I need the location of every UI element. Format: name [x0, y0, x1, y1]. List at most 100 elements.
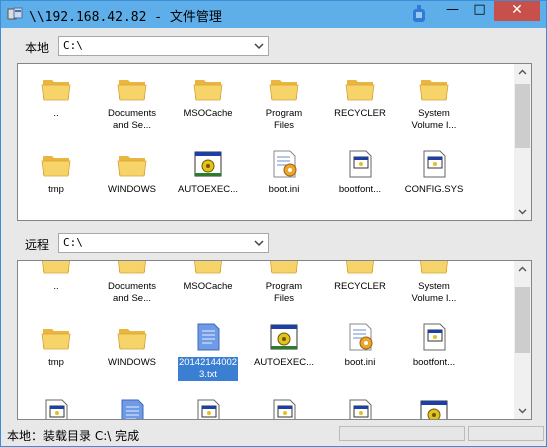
- bat-file-icon: [192, 148, 224, 180]
- title-bar[interactable]: \\192.168.42.82 - 文件管理 — □ ✕: [1, 1, 546, 28]
- bottle-logo-icon: [413, 5, 425, 22]
- file-item[interactable]: RECYCLER: [322, 261, 398, 293]
- scroll-up-icon[interactable]: [514, 64, 531, 81]
- file-item[interactable]: bootfont...: [322, 148, 398, 196]
- progress-bar: [339, 426, 465, 441]
- remote-scrollbar[interactable]: [514, 261, 531, 419]
- ini-file-icon: [268, 148, 300, 180]
- local-path-combo[interactable]: C:\: [58, 36, 269, 56]
- file-item-label: AUTOEXEC...: [253, 357, 314, 368]
- system-file-icon: [268, 397, 300, 419]
- chevron-down-icon[interactable]: [252, 235, 266, 251]
- remote-scroll-thumb[interactable]: [515, 287, 530, 353]
- file-item[interactable]: System Volume I...: [396, 72, 472, 132]
- file-item-label: Program Files: [265, 281, 303, 304]
- local-scrollbar[interactable]: [514, 64, 531, 220]
- file-item-label: bootfont...: [338, 184, 382, 195]
- folder-icon: [40, 72, 72, 104]
- file-item[interactable]: boot.ini: [246, 148, 322, 196]
- file-item-label: WINDOWS: [107, 184, 157, 195]
- file-item[interactable]: bootfont...: [396, 321, 472, 369]
- folder-icon: [40, 321, 72, 353]
- file-item[interactable]: CONFIG.SYS: [396, 148, 472, 196]
- file-item-label: AUTOEXEC...: [177, 184, 238, 195]
- system-file-icon: [418, 321, 450, 353]
- folder-icon: [116, 321, 148, 353]
- file-item[interactable]: tmp: [18, 148, 94, 196]
- file-item[interactable]: AUTOEXEC...: [170, 148, 246, 196]
- text-file-icon: [116, 397, 148, 419]
- file-item[interactable]: System Volume I...: [396, 261, 472, 305]
- folder-icon: [116, 72, 148, 104]
- file-item-label: ..: [53, 108, 59, 119]
- folder-icon: [268, 261, 300, 277]
- file-item-label: System Volume I...: [411, 108, 457, 131]
- file-manager-window: \\192.168.42.82 - 文件管理 — □ ✕ 本地 C:\ .. Do…: [0, 0, 547, 447]
- file-item[interactable]: WINDOWS: [94, 148, 170, 196]
- file-item-partial[interactable]: [246, 397, 322, 419]
- folder-icon: [116, 261, 148, 277]
- folder-icon: [418, 72, 450, 104]
- folder-icon: [418, 261, 450, 277]
- file-item[interactable]: boot.ini: [322, 321, 398, 369]
- file-item-label: bootfont...: [412, 357, 456, 368]
- window-title: \\192.168.42.82 - 文件管理: [29, 10, 222, 25]
- local-file-grid: .. Documents and Se... MSOCache Program Fil…: [18, 64, 515, 220]
- local-file-panel[interactable]: .. Documents and Se... MSOCache Program Fil…: [17, 63, 532, 221]
- minimize-button[interactable]: —: [439, 1, 466, 21]
- file-item-label: Documents and Se...: [107, 108, 157, 131]
- file-item[interactable]: Documents and Se...: [94, 72, 170, 132]
- remote-path-combo[interactable]: C:\: [58, 233, 269, 253]
- file-item[interactable]: Documents and Se...: [94, 261, 170, 305]
- file-item[interactable]: tmp: [18, 321, 94, 369]
- ini-file-icon: [344, 321, 376, 353]
- system-file-icon: [344, 397, 376, 419]
- file-item[interactable]: MSOCache: [170, 72, 246, 120]
- file-item[interactable]: AUTOEXEC...: [246, 321, 322, 369]
- system-file-icon: [192, 397, 224, 419]
- file-item-partial[interactable]: [396, 397, 472, 419]
- status-bar: 本地：装载目录 C:\ 完成: [1, 423, 546, 446]
- file-item-label: tmp: [48, 184, 64, 195]
- scroll-down-icon[interactable]: [514, 402, 531, 419]
- file-item[interactable]: ..: [18, 261, 94, 293]
- folder-icon: [40, 148, 72, 180]
- file-item-partial[interactable]: [322, 397, 398, 419]
- folder-icon: [192, 261, 224, 277]
- remote-file-panel[interactable]: .. Documents and Se... MSOCache Program Fil…: [17, 260, 532, 420]
- scroll-up-icon[interactable]: [514, 261, 531, 278]
- chevron-down-icon[interactable]: [252, 38, 266, 54]
- file-item-partial[interactable]: [170, 397, 246, 419]
- system-file-icon: [40, 397, 72, 419]
- local-scroll-thumb[interactable]: [515, 84, 530, 148]
- file-item-label: Program Files: [265, 108, 303, 131]
- file-item-label: boot.ini: [344, 357, 376, 368]
- file-item-label: tmp: [48, 357, 64, 368]
- file-item-label: RECYCLER: [334, 108, 386, 119]
- file-item[interactable]: ..: [18, 72, 94, 120]
- file-item-label: System Volume I...: [411, 281, 457, 304]
- bat-file-icon: [418, 397, 450, 419]
- file-item[interactable]: Program Files: [246, 72, 322, 132]
- system-file-icon: [344, 148, 376, 180]
- file-item[interactable]: WINDOWS: [94, 321, 170, 369]
- folder-icon: [344, 261, 376, 277]
- scroll-down-icon[interactable]: [514, 203, 531, 220]
- file-item-partial[interactable]: [94, 397, 170, 419]
- file-item-label: RECYCLER: [334, 281, 386, 292]
- bat-file-icon: [268, 321, 300, 353]
- text-file-icon: [192, 321, 224, 353]
- file-item-partial[interactable]: [18, 397, 94, 419]
- remote-path-value: C:\: [63, 236, 83, 249]
- file-item[interactable]: 20142144002 3.txt: [170, 321, 246, 381]
- file-item[interactable]: MSOCache: [170, 261, 246, 293]
- file-item[interactable]: RECYCLER: [322, 72, 398, 120]
- remote-file-grid: .. Documents and Se... MSOCache Program Fil…: [18, 261, 515, 419]
- status-text: 本地：装载目录 C:\ 完成: [7, 429, 140, 443]
- maximize-button[interactable]: □: [466, 1, 493, 21]
- close-button[interactable]: ✕: [494, 1, 540, 21]
- file-item[interactable]: Program Files: [246, 261, 322, 305]
- file-item-label: Documents and Se...: [107, 281, 157, 304]
- file-item-label: 20142144002 3.txt: [177, 357, 239, 381]
- file-item-label: CONFIG.SYS: [404, 184, 464, 195]
